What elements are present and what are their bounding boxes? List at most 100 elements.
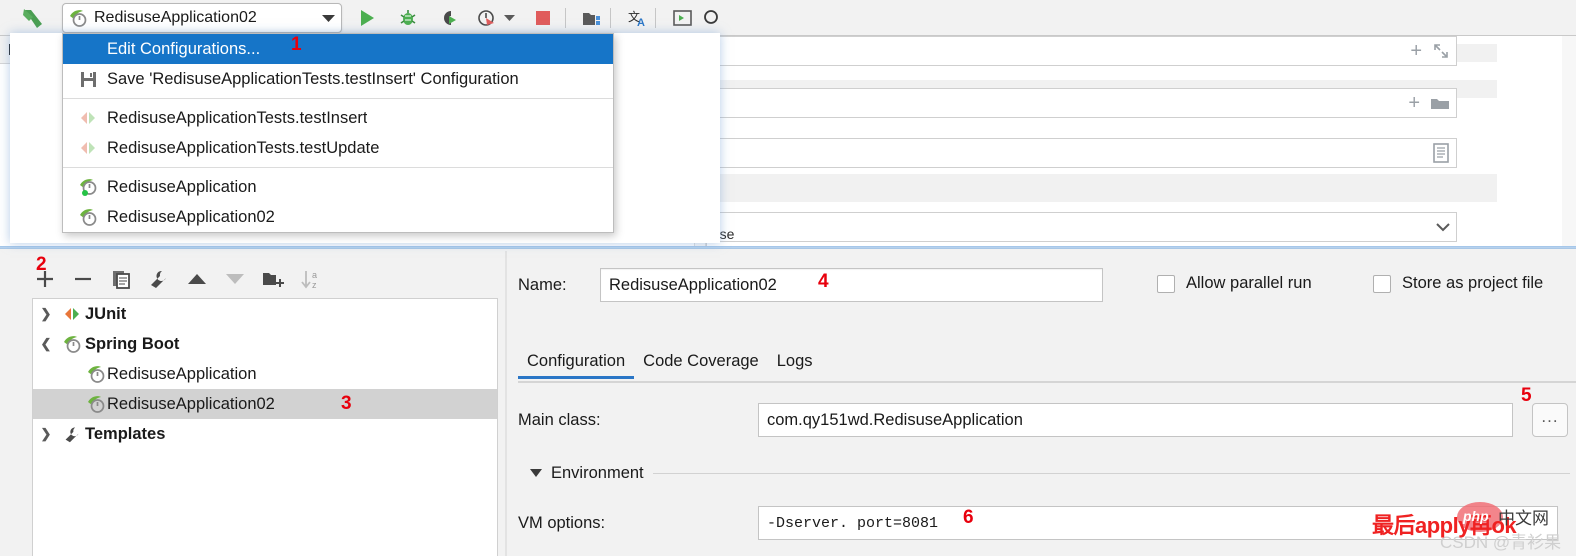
main-class-row: Main class: com.qy151wd.RedisuseApplicat… (518, 403, 1513, 437)
tree-node-label: RedisuseApplication (107, 364, 257, 383)
toolbar-divider (565, 8, 566, 28)
spring-boot-icon (85, 395, 107, 413)
menu-item-no-icon (77, 39, 99, 59)
chevron-down-icon[interactable] (1436, 222, 1450, 232)
spring-boot-icon (70, 10, 87, 27)
tree-node-junit[interactable]: ❯ JUnit (33, 299, 497, 329)
save-icon (77, 69, 99, 89)
watermark-site-name: 中文网 (1498, 509, 1549, 528)
junit-icon (59, 306, 85, 322)
background-vertical-scrollbar[interactable] (1562, 0, 1576, 250)
callout-3: 3 (341, 393, 352, 414)
build-project-button[interactable] (580, 6, 604, 30)
new-folder-button[interactable] (260, 266, 286, 292)
checkbox-box[interactable] (1157, 274, 1175, 293)
run-configuration-name: RedisuseApplication02 (94, 9, 257, 26)
menu-item-label: RedisuseApplicationTests.testUpdate (107, 138, 380, 157)
chevron-down-icon[interactable]: ❮ (33, 336, 59, 352)
wrench-icon (59, 425, 85, 444)
profile-button[interactable] (475, 6, 499, 30)
chevron-right-icon[interactable]: ❯ (33, 306, 59, 322)
menu-separator (63, 98, 613, 99)
copy-configuration-button[interactable] (108, 266, 134, 292)
remove-configuration-button[interactable] (70, 266, 96, 292)
tree-node-spring-boot[interactable]: ❮ Spring Boot (33, 329, 497, 359)
folder-icon[interactable] (1430, 95, 1450, 111)
main-class-input[interactable]: com.qy151wd.RedisuseApplication (758, 403, 1513, 437)
background-ide: r.port=8081 + + + (0, 0, 1576, 250)
dialog-splitter[interactable] (505, 251, 507, 556)
junit-test-icon (77, 108, 99, 128)
search-button[interactable] (700, 6, 724, 30)
tab-logs[interactable]: Logs (768, 352, 822, 379)
translate-button[interactable]: 文 A (626, 6, 650, 30)
stop-button[interactable] (531, 6, 555, 30)
menu-item-save-configuration[interactable]: Save 'RedisuseApplicationTests.testInser… (63, 64, 613, 94)
tree-node-label: JUnit (85, 304, 127, 323)
bg-stripe (707, 174, 1497, 202)
watermark-php-logo: php (1463, 508, 1489, 524)
chevron-down-icon[interactable] (322, 14, 335, 23)
run-configuration-selector[interactable]: RedisuseApplication02 (62, 3, 342, 33)
menu-item-label: RedisuseApplication02 (107, 207, 275, 226)
main-class-browse-button[interactable]: ... (1532, 403, 1568, 437)
screenshot-root: r.port=8081 + + + (0, 0, 1576, 556)
name-field-row: Name: RedisuseApplication02 (518, 268, 1103, 302)
menu-item-label: RedisuseApplicationTests.testInsert (107, 108, 368, 127)
tab-configuration[interactable]: Configuration (518, 352, 635, 379)
run-button[interactable] (355, 6, 379, 30)
menu-item-test-insert[interactable]: RedisuseApplicationTests.testInsert (63, 103, 613, 133)
configurations-tree[interactable]: ❯ JUnit ❮ Spring Boot RedisuseApplicatio… (32, 298, 498, 556)
callout-1: 1 (291, 34, 302, 55)
tree-node-label: Templates (85, 424, 166, 443)
allow-parallel-run-checkbox[interactable]: Allow parallel run (1157, 274, 1312, 293)
back-arrow-icon[interactable] (20, 6, 46, 30)
menu-item-redisuse-application[interactable]: RedisuseApplication (63, 172, 613, 202)
menu-item-label: Edit Configurations... (107, 39, 261, 58)
junit-test-icon (77, 138, 99, 158)
menu-item-test-update[interactable]: RedisuseApplicationTests.testUpdate (63, 133, 613, 163)
tab-code-coverage[interactable]: Code Coverage (634, 352, 768, 379)
run-configurations-dropdown-menu[interactable]: Edit Configurations... Save 'RedisuseApp… (62, 33, 614, 233)
move-down-button[interactable] (222, 266, 248, 292)
edit-templates-button[interactable] (146, 266, 172, 292)
vm-options-label: VM options: (518, 513, 606, 532)
configurations-tree-toolbar: a z (32, 262, 502, 296)
section-divider (652, 472, 1570, 474)
document-icon[interactable] (1432, 143, 1450, 163)
background-row-4[interactable] (707, 138, 1457, 168)
svg-text:z: z (312, 280, 317, 289)
plus-icon[interactable]: + (1408, 92, 1420, 115)
debug-button[interactable] (396, 6, 420, 30)
background-row-5[interactable] (707, 212, 1457, 242)
tree-node-label: RedisuseApplication02 (107, 394, 275, 413)
tree-node-redisuse-application-02[interactable]: RedisuseApplication02 (33, 389, 497, 419)
toolbar-divider (655, 8, 656, 28)
environment-section-header[interactable]: Environment (530, 460, 1570, 486)
spring-boot-icon (85, 365, 107, 383)
profile-dropdown[interactable] (502, 6, 516, 30)
store-as-project-file-checkbox[interactable]: Store as project file (1373, 274, 1543, 293)
background-row-3[interactable]: + (707, 88, 1457, 118)
menu-item-redisuse-application-02[interactable]: RedisuseApplication02 (63, 202, 613, 232)
move-up-button[interactable] (184, 266, 210, 292)
sort-configurations-button[interactable]: a z (298, 266, 324, 292)
menu-item-label: Save 'RedisuseApplicationTests.testInser… (107, 69, 519, 88)
triangle-down-icon[interactable] (530, 469, 542, 477)
environment-label: Environment (551, 463, 644, 482)
terminal-button[interactable] (670, 6, 694, 30)
tree-node-templates[interactable]: ❯ Templates (33, 419, 497, 449)
checkbox-box[interactable] (1373, 274, 1391, 293)
menu-item-edit-configurations[interactable]: Edit Configurations... (63, 34, 613, 64)
plus-icon[interactable]: + (1410, 40, 1422, 63)
chevron-right-icon[interactable]: ❯ (33, 426, 59, 442)
main-class-label: Main class: (518, 410, 601, 429)
background-row-2[interactable]: + (707, 36, 1457, 66)
menu-item-label: RedisuseApplication (107, 177, 257, 196)
watermark-annotation-text: 最后apply再ok (1372, 513, 1517, 538)
tree-node-redisuse-application[interactable]: RedisuseApplication (33, 359, 497, 389)
run-with-coverage-button[interactable] (437, 6, 461, 30)
expand-arrows-icon[interactable] (1432, 42, 1450, 60)
name-input[interactable]: RedisuseApplication02 (600, 268, 1103, 302)
name-label: Name: (518, 275, 567, 294)
